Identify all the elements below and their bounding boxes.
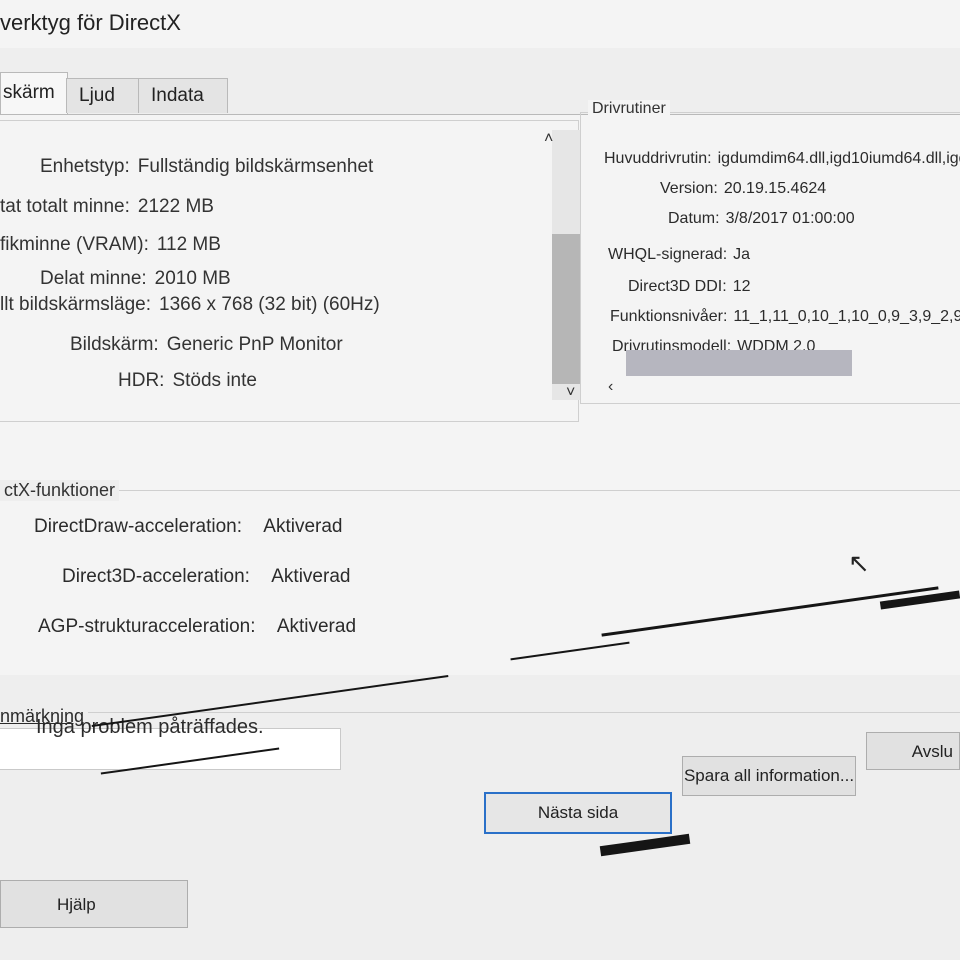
tab-sound[interactable]: Ljud xyxy=(66,78,146,113)
device-row: Delat minne: 2010 MB xyxy=(40,268,231,290)
drivers-horizontal-scrollbar[interactable] xyxy=(626,350,852,376)
driver-row: Funktionsnivåer: 11_1,11_0,10_1,10_0,9_3,… xyxy=(610,308,960,326)
driver-value: Ja xyxy=(733,246,751,263)
driver-value: 3/8/2017 01:00:00 xyxy=(725,210,855,227)
next-page-button[interactable]: Nästa sida xyxy=(484,792,672,834)
device-label: Delat minne: xyxy=(40,268,147,289)
directx-legend: ctX-funktioner xyxy=(0,480,120,501)
driver-value: 11_1,11_0,10_1,10_0,9_3,9_2,9 xyxy=(733,308,960,325)
device-value: 1366 x 768 (32 bit) (60Hz) xyxy=(159,294,380,315)
drivers-legend: Drivrutiner xyxy=(588,100,670,118)
device-scrollbar[interactable] xyxy=(552,130,580,400)
driver-label: Datum: xyxy=(668,210,720,227)
scrollbar-thumb[interactable] xyxy=(552,234,580,384)
tab-input[interactable]: Indata xyxy=(138,78,228,113)
directx-label: DirectDraw-acceleration: xyxy=(34,516,243,537)
chevron-down-icon[interactable]: ˅ xyxy=(566,384,575,402)
device-row: fikminne (VRAM): 112 MB xyxy=(0,234,221,256)
directx-value: Aktiverad xyxy=(276,616,357,637)
device-value: Generic PnP Monitor xyxy=(166,334,343,355)
driver-row: Version: 20.19.15.4624 xyxy=(660,180,826,198)
exit-button[interactable]: Avslu xyxy=(866,732,960,770)
directx-label: AGP-strukturacceleration: xyxy=(38,616,256,637)
driver-row: Datum: 3/8/2017 01:00:00 xyxy=(668,210,855,228)
directx-label: Direct3D-acceleration: xyxy=(62,566,250,587)
device-row: tat totalt minne: 2122 MB xyxy=(0,196,214,218)
help-button[interactable]: Hjälp xyxy=(0,880,188,928)
title-bar: verktyg för DirectX xyxy=(0,0,960,48)
directx-value: Aktiverad xyxy=(263,516,343,537)
directx-row: AGP-strukturacceleration: Aktiverad xyxy=(38,616,356,638)
window-title: verktyg för DirectX xyxy=(0,10,181,35)
mouse-pointer-icon: ↖ xyxy=(848,548,870,578)
device-label: Bildskärm: xyxy=(70,334,159,355)
tab-display[interactable]: skärm xyxy=(0,72,68,115)
device-value: 2122 MB xyxy=(137,196,214,217)
device-value: Fullständig bildskärmsenhet xyxy=(137,156,374,177)
driver-label: Version: xyxy=(660,180,718,197)
directx-row: DirectDraw-acceleration: Aktiverad xyxy=(34,516,343,538)
dxdiag-window: verktyg för DirectX skärm Ljud Indata En… xyxy=(0,0,960,960)
screen-glitch xyxy=(599,833,691,857)
device-value: Stöds inte xyxy=(172,370,257,391)
chevron-left-icon[interactable]: ‹ xyxy=(608,378,613,396)
device-label: Enhetstyp: xyxy=(40,156,130,177)
directx-value: Aktiverad xyxy=(271,566,351,587)
driver-row: Huvuddrivrutin: igdumdim64.dll,igd10iumd6… xyxy=(604,150,960,168)
device-value: 2010 MB xyxy=(154,268,231,289)
directx-row: Direct3D-acceleration: Aktiverad xyxy=(62,566,350,588)
device-row: Enhetstyp: Fullständig bildskärmsenhet xyxy=(40,156,373,178)
device-row: Bildskärm: Generic PnP Monitor xyxy=(70,334,343,356)
driver-label: Direct3D DDI: xyxy=(628,278,727,295)
driver-row: WHQL-signerad: Ja xyxy=(608,246,750,264)
driver-row: Direct3D DDI: 12 xyxy=(628,278,750,296)
chevron-up-icon[interactable]: ˄ xyxy=(544,130,553,148)
device-label: tat totalt minne: xyxy=(0,196,130,217)
driver-value: igdumdim64.dll,igd10iumd64.dll,igd1 xyxy=(717,150,960,167)
save-all-info-button[interactable]: Spara all information... xyxy=(682,756,856,796)
notes-text: Inga problem påträffades. xyxy=(36,716,264,738)
driver-label: Funktionsnivåer: xyxy=(610,308,728,325)
device-label: fikminne (VRAM): xyxy=(0,234,149,255)
driver-label: Huvuddrivrutin: xyxy=(604,150,712,167)
driver-value: 20.19.15.4624 xyxy=(723,180,827,197)
device-row: HDR: Stöds inte xyxy=(118,370,257,392)
driver-label: WHQL-signerad: xyxy=(608,246,728,263)
device-value: 112 MB xyxy=(156,234,221,255)
device-row: llt bildskärmsläge: 1366 x 768 (32 bit) (… xyxy=(0,294,380,316)
device-label: llt bildskärmsläge: xyxy=(0,294,151,315)
driver-value: 12 xyxy=(732,278,751,295)
device-label: HDR: xyxy=(118,370,165,391)
